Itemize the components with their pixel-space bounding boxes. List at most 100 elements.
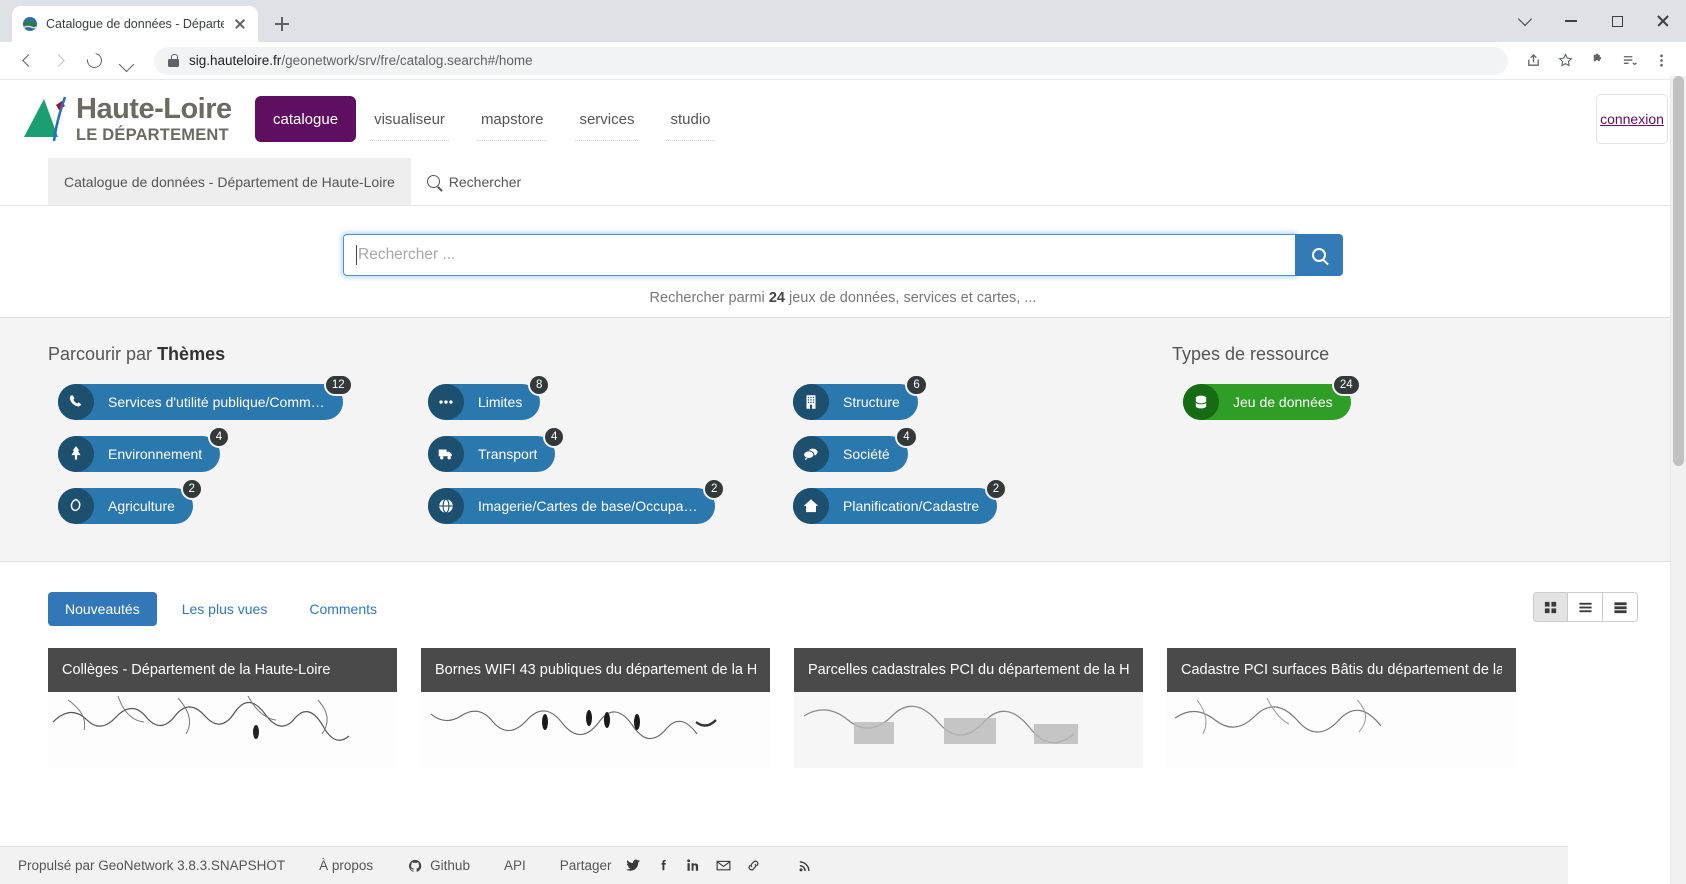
themes-heading: Parcourir par Thèmes (48, 344, 225, 365)
theme-label: Limites (478, 394, 523, 410)
minimize-icon (1565, 20, 1577, 22)
theme-count-badge: 6 (905, 374, 928, 396)
theme-label: Structure (843, 394, 900, 410)
search-submit-button[interactable] (1295, 234, 1343, 276)
resource-label: Jeu de données (1233, 394, 1333, 410)
home-button[interactable] (112, 45, 144, 77)
leaf-icon (58, 488, 94, 524)
browser-tab[interactable]: Catalogue de données - Départe (12, 6, 258, 42)
new-tab-button[interactable] (268, 10, 296, 38)
theme-count-badge: 4 (542, 426, 566, 448)
puzzle-icon (1593, 53, 1601, 62)
maximize-button[interactable] (1594, 0, 1640, 42)
resource-chip-jeu-de-donnees[interactable]: Jeu de données 24 (1183, 374, 1361, 420)
themes-heading-prefix: Parcourir par (48, 344, 153, 364)
browser-menu-button[interactable] (1646, 46, 1676, 76)
reading-list-button[interactable] (1614, 46, 1644, 76)
twitter-icon[interactable] (626, 858, 642, 874)
theme-chip-environnement[interactable]: Environnement 4 (58, 426, 231, 472)
truck-icon (428, 436, 464, 472)
tab-strip: Catalogue de données - Départe (0, 0, 1686, 42)
url-text: sig.hauteloire.fr/geonetwork/srv/fre/cat… (189, 53, 533, 68)
footer-social-links (626, 858, 814, 874)
footer-link-github[interactable]: Github (407, 858, 470, 874)
house-icon (793, 488, 829, 524)
tab-comments[interactable]: Comments (292, 592, 394, 626)
chat-bubbles-icon (793, 436, 829, 472)
tab-search-button[interactable] (1502, 0, 1548, 42)
login-link[interactable]: connexion (1600, 111, 1664, 127)
result-card[interactable]: Cadastre PCI surfaces Bâtis du départeme… (1167, 648, 1516, 768)
address-bar[interactable]: sig.hauteloire.fr/geonetwork/srv/fre/cat… (154, 46, 1508, 75)
grid-view-button[interactable] (1533, 592, 1568, 622)
theme-chip-planification-cadastre[interactable]: Planification/Cadastre 2 (793, 478, 1008, 524)
view-mode-buttons (1533, 592, 1638, 622)
list-view-button[interactable] (1568, 592, 1603, 622)
tab-les-plus-vues[interactable]: Les plus vues (165, 592, 285, 626)
theme-chip-agriculture[interactable]: Agriculture 2 (58, 478, 203, 524)
favicon-icon (22, 16, 38, 32)
theme-chip-limites[interactable]: Limites 8 (428, 374, 551, 420)
email-icon[interactable] (716, 858, 732, 874)
facebook-icon[interactable] (656, 858, 672, 874)
card-header: Collèges - Département de la Haute-Loire (48, 648, 397, 692)
close-icon (1656, 14, 1670, 28)
reload-button[interactable] (78, 45, 110, 77)
rss-icon[interactable] (798, 858, 814, 874)
compact-list-icon (1613, 601, 1627, 613)
nav-item-studio[interactable]: studio (652, 91, 728, 147)
close-window-button[interactable] (1640, 0, 1686, 42)
theme-chip-societe[interactable]: Société 4 (793, 426, 918, 472)
extensions-button[interactable] (1582, 46, 1612, 76)
nav-item-catalogue[interactable]: catalogue (255, 96, 357, 142)
tab-rechercher[interactable]: Rechercher (411, 158, 537, 205)
theme-chip-imagerie-cartes-de-base[interactable]: Imagerie/Cartes de base/Occupa… 2 (428, 478, 726, 524)
url-path: /geonetwork/srv/fre/catalog.search#/home (281, 53, 533, 68)
tab-label: Rechercher (448, 173, 522, 190)
footer-link-about[interactable]: À propos (319, 858, 373, 873)
search-subtitle: Rechercher parmi 24 jeux de données, ser… (650, 290, 1037, 306)
minimize-button[interactable] (1548, 0, 1594, 42)
link-icon[interactable] (746, 858, 762, 874)
footer-link-api[interactable]: API (504, 858, 526, 873)
card-thumbnail (1167, 692, 1516, 768)
linkedin-icon[interactable] (686, 858, 702, 874)
back-button[interactable] (10, 45, 42, 77)
catalog-tab-bar: Catalogue de données - Département de Ha… (0, 158, 1686, 206)
theme-count-badge: 12 (323, 374, 353, 396)
theme-column-3: Structure 6 Société 4 Planification/Cada… (793, 374, 1008, 540)
page-scrollbar[interactable] (1671, 76, 1686, 884)
theme-label: Agriculture (108, 498, 175, 514)
search-hero: Rechercher ... Rechercher parmi 24 jeux … (0, 206, 1686, 318)
scrollbar-thumb[interactable] (1673, 76, 1684, 466)
browser-window: Catalogue de données - Départe sig.haute… (0, 0, 1686, 884)
theme-chip-transport[interactable]: Transport 4 (428, 426, 566, 472)
card-header: Bornes WIFI 43 publiques du département … (421, 648, 770, 692)
result-card[interactable]: Bornes WIFI 43 publiques du département … (421, 648, 770, 768)
tree-icon (58, 436, 94, 472)
result-card[interactable]: Collèges - Département de la Haute-Loire (48, 648, 397, 768)
site-logo[interactable]: Haute-Loire LE DÉPARTEMENT (16, 93, 241, 145)
compact-view-button[interactable] (1603, 592, 1638, 622)
search-input[interactable]: Rechercher ... (343, 234, 1295, 276)
card-header: Cadastre PCI surfaces Bâtis du départeme… (1167, 648, 1516, 692)
result-card[interactable]: Parcelles cadastrales PCI du département… (794, 648, 1143, 768)
share-button[interactable] (1518, 46, 1548, 76)
forward-button[interactable] (44, 45, 76, 77)
tab-close-icon[interactable] (232, 16, 248, 32)
login-box[interactable]: connexion (1596, 94, 1668, 144)
tab-nouveautes[interactable]: Nouveautés (48, 592, 157, 626)
text-caret (356, 245, 357, 265)
nav-item-visualiseur[interactable]: visualiseur (356, 91, 463, 147)
nav-label: visualiseur (374, 110, 445, 128)
tab-catalogue-de-donnees[interactable]: Catalogue de données - Département de Ha… (48, 158, 411, 205)
site-header: Haute-Loire LE DÉPARTEMENT catalogue vis… (0, 80, 1686, 158)
theme-chip-services-utilite-publique[interactable]: Services d'utilité publique/Comm… 12 (58, 374, 353, 420)
nav-label: services (579, 110, 635, 128)
nav-item-services[interactable]: services (561, 91, 652, 147)
theme-count-badge: 2 (703, 478, 726, 500)
theme-chip-structure[interactable]: Structure 6 (793, 374, 928, 420)
back-arrow-icon (21, 54, 35, 67)
bookmark-button[interactable] (1550, 46, 1580, 76)
nav-item-mapstore[interactable]: mapstore (463, 91, 562, 147)
